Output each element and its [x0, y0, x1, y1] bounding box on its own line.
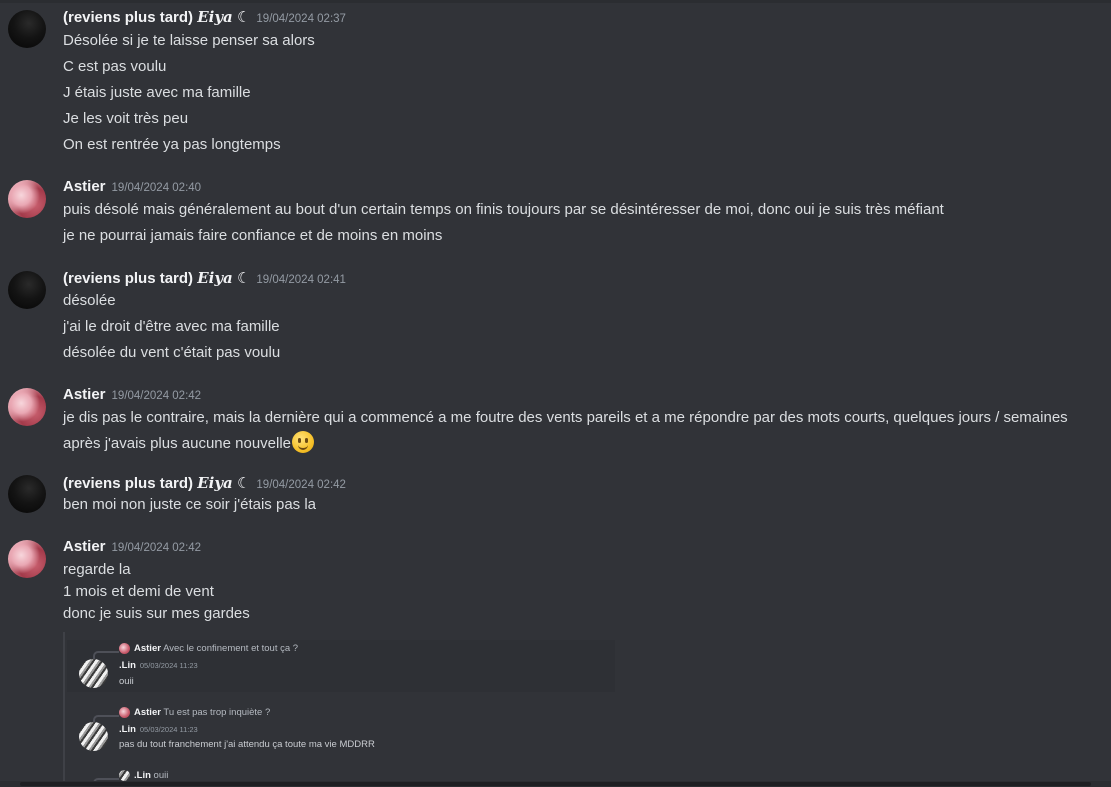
message-text: ben moi non juste ce soir j'étais pas la — [63, 496, 317, 513]
avatar[interactable] — [8, 388, 46, 426]
avatar[interactable] — [8, 475, 46, 513]
message-text: puis désolé mais généralement au bout d'… — [63, 201, 944, 218]
embedded-message-text: ouii — [119, 676, 134, 687]
message-header: Astier 19/04/2024 02:40 — [63, 178, 201, 200]
avatar — [79, 722, 108, 751]
timestamp: 19/04/2024 02:42 — [256, 479, 346, 491]
username[interactable]: Astier — [63, 178, 106, 195]
message-text-with-emoji: après j'avais plus aucune nouvelle — [63, 431, 315, 453]
username[interactable]: (reviens plus tard) 𝑬𝒊𝒚𝒂 ☾ — [63, 8, 250, 26]
horizontal-scrollbar[interactable] — [0, 781, 1111, 787]
message-text: je dis pas le contraire, mais la dernièr… — [63, 409, 1068, 426]
timestamp: 19/04/2024 02:41 — [256, 274, 346, 286]
message-text: désolée du vent c'était pas voulu — [63, 344, 281, 361]
username[interactable]: (reviens plus tard) 𝑬𝒊𝒚𝒂 ☾ — [63, 269, 250, 287]
message-text: désolée — [63, 292, 116, 309]
reply-preview: Astier Tu est pas trop inquiète ? — [134, 707, 271, 718]
message-text: Désolée si je te laisse penser sa alors — [63, 32, 315, 49]
reply-avatar — [119, 707, 130, 718]
timestamp: 19/04/2024 02:40 — [111, 182, 202, 194]
message-text: après j'avais plus aucune nouvelle — [63, 435, 292, 452]
avatar[interactable] — [8, 10, 46, 48]
scrollbar-thumb[interactable] — [20, 782, 1091, 786]
message-header: Astier 19/04/2024 02:42 — [63, 386, 201, 408]
reply-avatar — [119, 643, 130, 654]
username[interactable]: Astier — [63, 386, 106, 403]
message-text: j'ai le droit d'être avec ma famille — [63, 318, 280, 335]
avatar[interactable] — [8, 180, 46, 218]
message-text: C est pas voulu — [63, 58, 167, 75]
username[interactable]: (reviens plus tard) 𝑬𝒊𝒚𝒂 ☾ — [63, 474, 250, 492]
avatar — [79, 659, 108, 688]
embedded-message-header: .Lin 05/03/2024 11:23 — [119, 660, 198, 671]
reply-preview: .Lin ouii — [134, 770, 169, 781]
reply-connector — [93, 651, 119, 659]
embedded-message-text: pas du tout franchement j'ai attendu ça … — [119, 739, 375, 750]
embedded-screenshot-attachment[interactable]: Astier Avec le confinement et tout ça ? … — [63, 632, 617, 787]
message-text: J étais juste avec ma famille — [63, 84, 251, 101]
message-header: (reviens plus tard) 𝑬𝒊𝒚𝒂 ☾ 19/04/2024 02:… — [63, 474, 346, 496]
message-header: (reviens plus tard) 𝑬𝒊𝒚𝒂 ☾ 19/04/2024 02:… — [63, 8, 346, 30]
timestamp: 19/04/2024 02:42 — [111, 390, 202, 402]
message-text: Je les voit très peu — [63, 110, 189, 127]
message-text: regarde la — [63, 561, 131, 578]
message-text: je ne pourrai jamais faire confiance et … — [63, 227, 443, 244]
username[interactable]: Astier — [63, 538, 106, 555]
message-text: donc je suis sur mes gardes — [63, 605, 250, 622]
timestamp: 19/04/2024 02:42 — [111, 542, 202, 554]
avatar[interactable] — [8, 540, 46, 578]
embedded-message-header: .Lin 05/03/2024 11:23 — [119, 724, 198, 735]
avatar[interactable] — [8, 271, 46, 309]
reply-avatar — [119, 770, 130, 781]
message-header: (reviens plus tard) 𝑬𝒊𝒚𝒂 ☾ 19/04/2024 02:… — [63, 269, 346, 291]
message-text: On est rentrée ya pas longtemps — [63, 136, 281, 153]
timestamp: 19/04/2024 02:37 — [256, 13, 346, 25]
slight-smile-emoji[interactable] — [292, 431, 315, 453]
message-text: 1 mois et demi de vent — [63, 583, 214, 600]
chat-message-list: (reviens plus tard) 𝑬𝒊𝒚𝒂 ☾ 19/04/2024 02:… — [0, 0, 1111, 787]
message-header: Astier 19/04/2024 02:42 — [63, 538, 201, 560]
reply-preview: Astier Avec le confinement et tout ça ? — [134, 643, 299, 654]
top-divider — [0, 0, 1111, 3]
